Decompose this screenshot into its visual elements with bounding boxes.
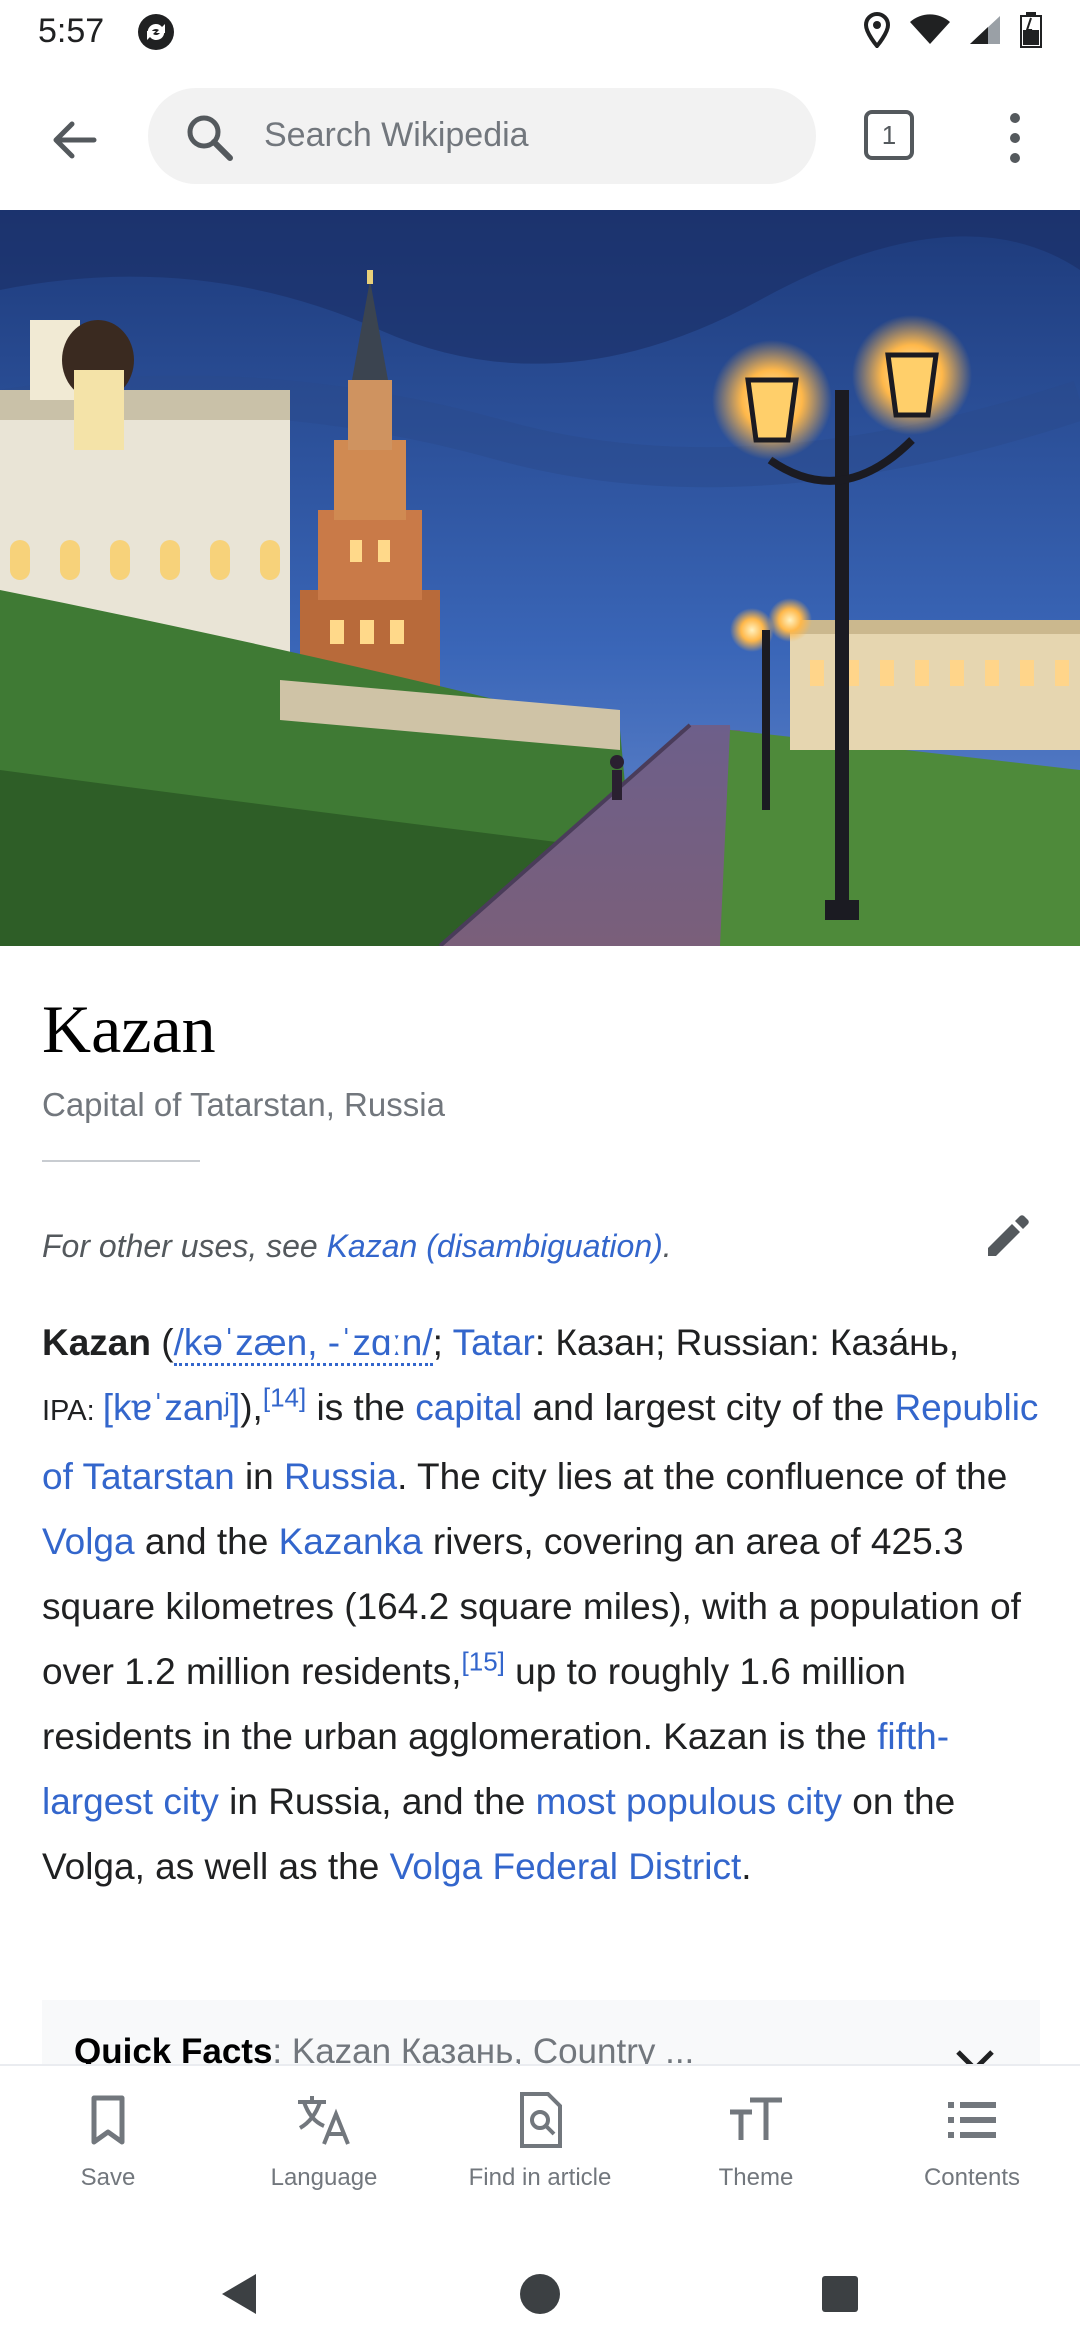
hatnote: For other uses, see Kazan (disambiguatio… xyxy=(42,1228,672,1265)
location-icon xyxy=(863,12,891,48)
system-navigation-bar xyxy=(0,2248,1080,2340)
save-label: Save xyxy=(80,2164,136,2191)
article-title: Kazan xyxy=(42,991,216,1067)
tabs-button[interactable]: 1 xyxy=(864,110,914,160)
text: in xyxy=(234,1456,285,1497)
search-placeholder: Search Wikipedia xyxy=(264,116,529,154)
save-button[interactable]: Save xyxy=(0,2090,216,2192)
system-home-icon[interactable] xyxy=(516,2270,564,2318)
find-in-article-label: Find in article xyxy=(468,2164,612,2191)
link-tatar[interactable]: Tatar xyxy=(453,1322,535,1363)
overflow-menu-icon[interactable] xyxy=(1000,106,1030,170)
title-divider xyxy=(42,1160,200,1162)
text: and largest city of the xyxy=(522,1387,895,1428)
status-time: 5:57 xyxy=(38,12,105,50)
status-bar: 5:57 xyxy=(0,0,1080,66)
search-icon xyxy=(187,115,233,161)
find-in-page-icon xyxy=(520,2092,562,2148)
link-kazanka[interactable]: Kazanka xyxy=(279,1521,423,1562)
list-icon xyxy=(948,2102,996,2138)
signal-icon xyxy=(970,16,1000,44)
bookmark-icon xyxy=(91,2095,125,2145)
text: in Russia, and the xyxy=(218,1781,536,1822)
text: . The city lies at the confluence of the xyxy=(397,1456,1008,1497)
link-most-populous-city[interactable]: most populous city xyxy=(536,1781,842,1822)
text: ( xyxy=(150,1322,174,1363)
article-description: Capital of Tatarstan, Russia xyxy=(42,1086,445,1123)
text: : Казан; Russian: Каза́нь, xyxy=(534,1322,960,1363)
wifi-icon xyxy=(910,14,950,44)
translate-icon xyxy=(298,2096,350,2145)
contents-button[interactable]: Contents xyxy=(864,2090,1080,2192)
article-paragraph: Kazan (/kəˈzæn, -ˈzɑːn/; Tatar: Казан; R… xyxy=(42,1310,1042,1899)
text-size-icon xyxy=(730,2097,782,2140)
reference-14[interactable]: [14] xyxy=(263,1383,306,1413)
find-in-article-button[interactable]: Find in article xyxy=(432,2090,648,2192)
ipa-label: IPA: xyxy=(42,1395,103,1427)
ipa-russian-link[interactable]: [kɐˈzanʲ] xyxy=(103,1387,241,1428)
kazan-kremlin-photo xyxy=(0,210,1080,946)
battery-icon xyxy=(1020,12,1042,48)
hatnote-link[interactable]: Kazan (disambiguation) xyxy=(327,1228,663,1264)
system-back-icon[interactable] xyxy=(216,2270,264,2318)
bottom-action-bar: Save Language Find in article Theme Cont… xyxy=(0,2064,1080,2250)
status-icons xyxy=(862,12,1042,48)
text: is the xyxy=(306,1387,416,1428)
contents-label: Contents xyxy=(923,2164,1021,2191)
system-recents-icon[interactable] xyxy=(816,2270,864,2318)
hatnote-suffix: . xyxy=(662,1228,672,1264)
top-toolbar: Search Wikipedia 1 xyxy=(0,66,1080,212)
language-button[interactable]: Language xyxy=(216,2090,432,2192)
hatnote-prefix: For other uses, see xyxy=(42,1228,327,1264)
search-bar[interactable]: Search Wikipedia xyxy=(148,88,816,184)
ipa-english-link[interactable]: /kəˈzæn, -ˈzɑːn/ xyxy=(173,1322,433,1366)
text: . xyxy=(741,1846,752,1887)
link-volga-federal-district[interactable]: Volga Federal District xyxy=(390,1846,742,1887)
sync-icon xyxy=(138,14,174,50)
text: ; xyxy=(432,1322,453,1363)
language-label: Language xyxy=(270,2164,378,2191)
edit-pencil-icon[interactable] xyxy=(982,1212,1032,1262)
theme-label: Theme xyxy=(718,2164,794,2191)
back-arrow-icon[interactable] xyxy=(44,110,104,170)
link-russia[interactable]: Russia xyxy=(284,1456,397,1497)
link-capital[interactable]: capital xyxy=(415,1387,522,1428)
theme-button[interactable]: Theme xyxy=(648,2090,864,2192)
link-volga[interactable]: Volga xyxy=(42,1521,135,1562)
article-subject: Kazan xyxy=(42,1322,151,1363)
text: ), xyxy=(240,1387,263,1428)
text: and the xyxy=(134,1521,279,1562)
lead-image[interactable] xyxy=(0,210,1080,946)
reference-15[interactable]: [15] xyxy=(462,1647,505,1677)
